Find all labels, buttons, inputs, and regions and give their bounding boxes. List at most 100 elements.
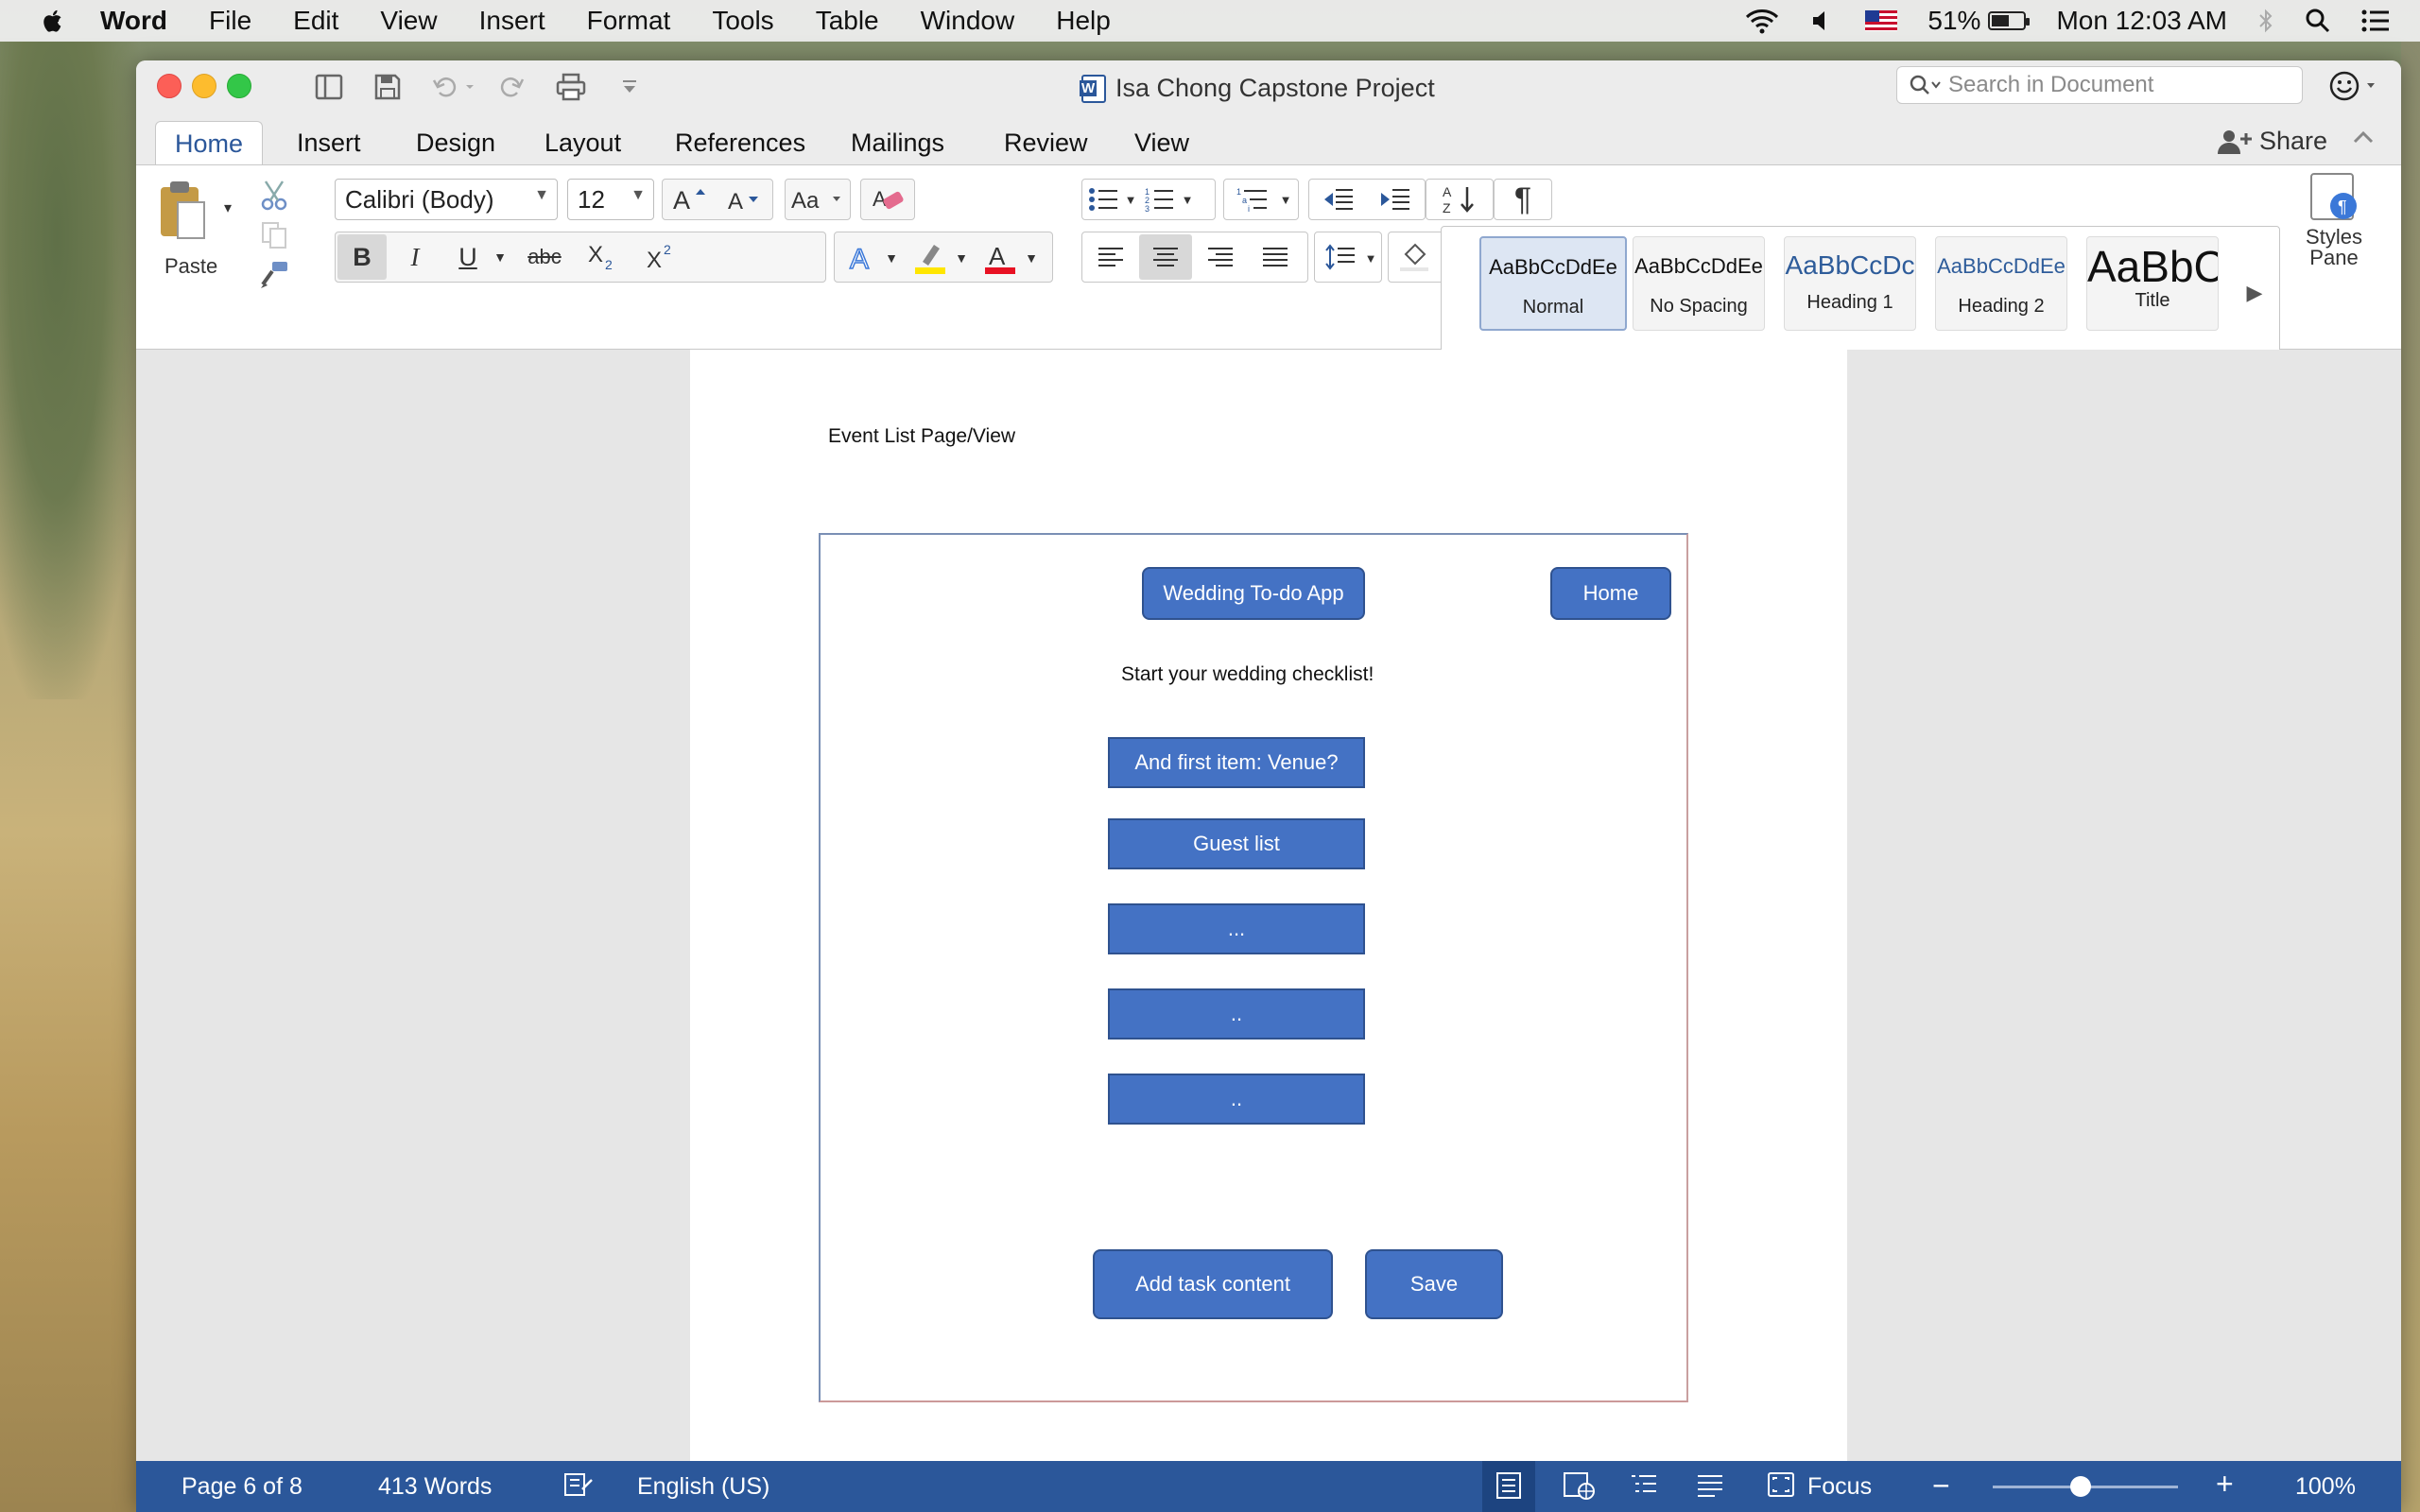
align-right-icon[interactable] xyxy=(1194,234,1247,280)
wifi-icon[interactable] xyxy=(1744,7,1780,35)
document-canvas[interactable]: Event List Page/View Wedding To-do App H… xyxy=(136,350,2401,1512)
bullets-icon[interactable] xyxy=(1082,180,1124,219)
font-size-combo[interactable]: 12 ▼ xyxy=(567,179,654,220)
align-left-icon[interactable] xyxy=(1084,234,1137,280)
menu-tools[interactable]: Tools xyxy=(712,6,773,36)
decrease-font-size-icon[interactable]: A xyxy=(717,180,772,219)
increase-font-size-icon[interactable]: A xyxy=(663,180,717,219)
strikethrough-button[interactable]: abc xyxy=(515,234,574,280)
style-title[interactable]: AaBbC Title xyxy=(2086,236,2219,331)
document-page[interactable]: Event List Page/View Wedding To-do App H… xyxy=(690,350,1847,1512)
style-heading-1[interactable]: AaBbCcDc Heading 1 xyxy=(1784,236,1916,331)
sidebar-toggle-icon[interactable] xyxy=(310,68,348,106)
tab-design[interactable]: Design xyxy=(397,121,514,166)
paste-button[interactable] xyxy=(155,177,212,243)
menu-format[interactable]: Format xyxy=(587,6,671,36)
zoom-in-icon[interactable]: + xyxy=(2216,1467,2234,1502)
customize-toolbar-icon[interactable] xyxy=(611,68,648,106)
justify-icon[interactable] xyxy=(1249,234,1302,280)
subscript-button[interactable]: X2 xyxy=(578,234,632,280)
volume-icon[interactable] xyxy=(1810,9,1835,33)
language-indicator[interactable]: English (US) xyxy=(637,1473,769,1501)
cut-icon[interactable] xyxy=(255,179,293,213)
menu-insert[interactable]: Insert xyxy=(479,6,545,36)
close-window-button[interactable] xyxy=(157,74,182,98)
menu-app-name[interactable]: Word xyxy=(100,6,167,36)
menu-edit[interactable]: Edit xyxy=(293,6,338,36)
underline-button[interactable]: U xyxy=(443,234,493,280)
outline-view-icon[interactable] xyxy=(1630,1472,1658,1505)
search-in-document-field[interactable]: Search in Document xyxy=(1896,66,2303,104)
redo-icon[interactable] xyxy=(493,68,531,106)
collapse-ribbon-icon[interactable] xyxy=(2352,127,2375,151)
font-color-caret[interactable]: ▼ xyxy=(1022,242,1041,274)
menu-table[interactable]: Table xyxy=(816,6,879,36)
minimize-window-button[interactable] xyxy=(192,74,216,98)
copy-icon[interactable] xyxy=(255,218,293,252)
maximize-window-button[interactable] xyxy=(227,74,251,98)
menu-window[interactable]: Window xyxy=(921,6,1015,36)
increase-indent-icon[interactable] xyxy=(1368,180,1423,219)
superscript-button[interactable]: X2 xyxy=(636,234,691,280)
menu-view[interactable]: View xyxy=(380,6,437,36)
web-layout-icon[interactable] xyxy=(1562,1470,1596,1507)
tab-layout[interactable]: Layout xyxy=(526,121,640,166)
font-color-icon[interactable]: A xyxy=(977,236,1024,280)
tab-review[interactable]: Review xyxy=(985,121,1107,166)
style-no-spacing[interactable]: AaBbCcDdEe No Spacing xyxy=(1633,236,1765,331)
draft-view-icon[interactable] xyxy=(1696,1472,1724,1505)
zoom-out-icon[interactable]: − xyxy=(1932,1469,1950,1503)
text-effects-icon[interactable]: A xyxy=(838,236,886,280)
tab-home[interactable]: Home xyxy=(155,121,264,166)
us-flag-icon[interactable] xyxy=(1865,10,1898,31)
multilevel-list-caret[interactable]: ▼ xyxy=(1277,180,1294,219)
tab-references[interactable]: References xyxy=(656,121,824,166)
feedback-smiley-icon[interactable] xyxy=(2329,70,2378,110)
font-name-combo[interactable]: Calibri (Body) ▼ xyxy=(335,179,558,220)
shading-icon[interactable] xyxy=(1391,234,1438,280)
proofing-icon[interactable] xyxy=(562,1470,596,1505)
share-button[interactable]: Share xyxy=(2216,127,2327,156)
print-icon[interactable] xyxy=(552,68,590,106)
sort-button[interactable]: AZ xyxy=(1426,179,1494,220)
highlight-caret[interactable]: ▼ xyxy=(952,242,971,274)
menubar-clock[interactable]: Mon 12:03 AM xyxy=(2056,6,2227,36)
focus-mode-icon[interactable] xyxy=(1766,1470,1796,1505)
save-icon[interactable] xyxy=(369,68,406,106)
print-layout-icon[interactable] xyxy=(1494,1470,1524,1507)
tab-insert[interactable]: Insert xyxy=(278,121,380,166)
page-count[interactable]: Page 6 of 8 xyxy=(182,1473,302,1501)
bullets-caret[interactable]: ▼ xyxy=(1122,180,1139,219)
menu-help[interactable]: Help xyxy=(1056,6,1111,36)
show-formatting-marks-button[interactable]: ¶ xyxy=(1494,179,1552,220)
word-count[interactable]: 413 Words xyxy=(378,1473,492,1501)
style-heading-2[interactable]: AaBbCcDdEe Heading 2 xyxy=(1935,236,2067,331)
paste-options-caret[interactable]: ▾ xyxy=(217,194,238,222)
decrease-indent-icon[interactable] xyxy=(1311,180,1366,219)
text-effects-caret[interactable]: ▼ xyxy=(882,242,901,274)
underline-options-caret[interactable]: ▼ xyxy=(491,240,510,274)
line-spacing-caret[interactable]: ▼ xyxy=(1362,242,1379,274)
focus-label[interactable]: Focus xyxy=(1807,1473,1872,1501)
menu-file[interactable]: File xyxy=(209,6,251,36)
notification-center-icon[interactable] xyxy=(2361,9,2390,33)
undo-icon[interactable] xyxy=(427,68,480,106)
bluetooth-icon[interactable] xyxy=(2257,7,2274,35)
zoom-level[interactable]: 100% xyxy=(2295,1473,2356,1501)
apple-icon[interactable] xyxy=(40,7,68,35)
highlight-icon[interactable] xyxy=(907,236,954,280)
style-normal[interactable]: AaBbCcDdEe Normal xyxy=(1479,236,1627,331)
tab-mailings[interactable]: Mailings xyxy=(832,121,963,166)
italic-button[interactable]: I xyxy=(390,234,440,280)
battery-status[interactable]: 51% xyxy=(1927,6,2031,36)
multilevel-list-button[interactable]: 1ai ▼ xyxy=(1223,179,1299,220)
line-spacing-button[interactable]: ▼ xyxy=(1314,232,1382,283)
tab-view[interactable]: View xyxy=(1115,121,1208,166)
zoom-slider-thumb[interactable] xyxy=(2070,1476,2091,1497)
change-case-button[interactable]: Aa xyxy=(785,179,851,220)
spotlight-search-icon[interactable] xyxy=(2305,8,2331,34)
bold-button[interactable]: B xyxy=(337,234,387,280)
align-center-icon[interactable] xyxy=(1139,234,1192,280)
clear-formatting-button[interactable]: A xyxy=(860,179,915,220)
styles-more-icon[interactable]: ▶ xyxy=(2236,265,2273,321)
